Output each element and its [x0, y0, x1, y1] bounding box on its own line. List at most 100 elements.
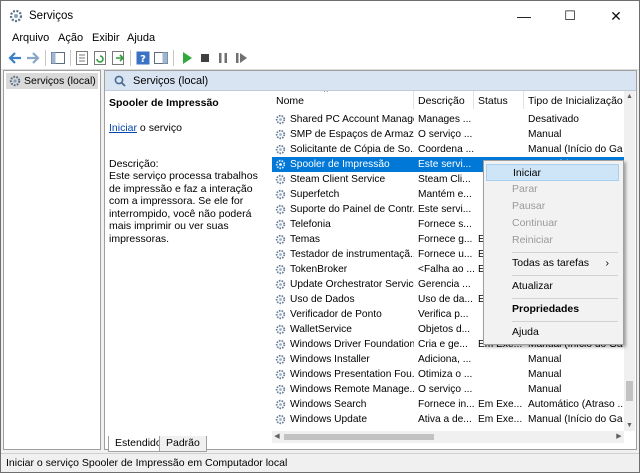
console-tree-icon[interactable]: [50, 50, 66, 66]
status-bar: Iniciar o serviço Spooler de Impressão e…: [1, 453, 639, 472]
menu-item-iniciar[interactable]: Iniciar: [486, 164, 619, 181]
start-service-link[interactable]: Iniciar: [109, 122, 137, 134]
service-row[interactable]: Shared PC Account Manager Manages ... Desa…: [272, 112, 624, 127]
menu-ajuda[interactable]: Ajuda: [127, 32, 155, 44]
forward-arrow-icon[interactable]: [25, 50, 41, 66]
menu-separator: [512, 298, 618, 299]
services-gear-icon: [9, 75, 21, 87]
service-gear-icon: [275, 369, 286, 380]
service-desc-cell: Coordena ...: [418, 144, 474, 155]
search-gear-icon: [114, 75, 126, 87]
description-label: Descrição:: [109, 158, 159, 170]
close-button[interactable]: ✕: [593, 1, 639, 31]
menu-item-reiniciar[interactable]: Reiniciar: [486, 232, 619, 249]
services-window: Serviços — ☐ ✕ Arquivo Ação Exibir Ajuda…: [0, 0, 640, 473]
menu-separator: [512, 252, 618, 253]
service-row[interactable]: Windows Update Ativa a de... Em Exe... Manu…: [272, 412, 624, 427]
service-desc-cell: <Falha ao ...: [418, 264, 474, 275]
context-menu: Iniciar Parar Pausar Continuar Reiniciar…: [483, 160, 624, 345]
export-list-icon[interactable]: [110, 50, 126, 66]
column-header-startup-type[interactable]: Tipo de Inicialização: [524, 91, 624, 109]
service-gear-icon: [275, 159, 286, 170]
help-icon[interactable]: ?: [135, 50, 151, 66]
menu-item-continuar[interactable]: Continuar: [486, 215, 619, 232]
show-panel-icon[interactable]: [153, 50, 169, 66]
service-gear-icon: [275, 144, 286, 155]
service-startup-cell: Automático (Atraso ...: [528, 399, 624, 410]
service-row[interactable]: Solicitante de Cópia de So... Coordena ..…: [272, 142, 624, 157]
tree-item-services-local[interactable]: Serviços (local): [6, 73, 98, 89]
vertical-scroll-thumb[interactable]: [626, 381, 633, 401]
service-row[interactable]: Windows Remote Manage... O serviço ... Man…: [272, 382, 624, 397]
service-gear-icon: [275, 264, 286, 275]
menu-item-parar[interactable]: Parar: [486, 181, 619, 198]
service-gear-icon: [275, 294, 286, 305]
scroll-down-arrow-icon[interactable]: ▼: [624, 420, 635, 431]
maximize-button[interactable]: ☐: [547, 1, 593, 31]
service-name-cell: Update Orchestrator Service: [290, 279, 414, 290]
service-name-cell: Temas: [290, 234, 321, 245]
menu-item-atualizar[interactable]: Atualizar: [486, 278, 619, 295]
service-startup-cell: Manual: [528, 129, 562, 140]
menu-separator: [512, 275, 618, 276]
column-header-name[interactable]: ^ Nome: [272, 91, 414, 109]
service-gear-icon: [275, 114, 286, 125]
menu-arquivo[interactable]: Arquivo: [12, 32, 49, 44]
service-row[interactable]: Windows Installer Adiciona, ... Manual: [272, 352, 624, 367]
view-tabs: Estendido Padrão: [104, 436, 637, 452]
menu-exibir[interactable]: Exibir: [92, 32, 120, 44]
column-header-status[interactable]: Status: [474, 91, 524, 109]
service-name-cell: Verificador de Ponto: [290, 309, 382, 320]
pause-service-icon[interactable]: [215, 50, 231, 66]
service-gear-icon: [275, 384, 286, 395]
service-name-cell: Steam Client Service: [290, 174, 386, 185]
service-startup-cell: Manual: [528, 369, 562, 380]
service-startup-cell: Manual: [528, 354, 562, 365]
column-header-description[interactable]: Descrição: [414, 91, 474, 109]
services-gear-icon: [9, 9, 23, 23]
service-desc-cell: Mantém e...: [418, 189, 472, 200]
service-name-cell: Windows Installer: [290, 354, 370, 365]
stop-service-icon[interactable]: [197, 50, 213, 66]
service-startup-cell: Manual (Início do Ga: [528, 144, 623, 155]
service-name-cell: Uso de Dados: [290, 294, 355, 305]
service-row[interactable]: Windows Presentation Fou... Otimiza o ...…: [272, 367, 624, 382]
menu-item-ajuda[interactable]: Ajuda: [486, 324, 619, 341]
service-name-cell: Windows Driver Foundation...: [290, 339, 414, 350]
menu-separator: [512, 321, 618, 322]
menu-item-pausar[interactable]: Pausar: [486, 198, 619, 215]
restart-service-icon[interactable]: [233, 50, 249, 66]
tab-padrao[interactable]: Padrão: [159, 436, 207, 452]
service-desc-cell: Steam Cli...: [418, 174, 471, 185]
properties-list-icon[interactable]: [74, 50, 90, 66]
service-gear-icon: [275, 174, 286, 185]
service-desc-cell: Otimiza o ...: [418, 369, 473, 380]
scroll-up-arrow-icon[interactable]: ▲: [624, 91, 635, 102]
back-arrow-icon[interactable]: [7, 50, 23, 66]
service-name-cell: Windows Update: [290, 414, 368, 425]
service-name-cell: Windows Search: [290, 399, 367, 410]
window-title: Serviços: [29, 10, 74, 22]
menu-acao[interactable]: Ação: [58, 32, 83, 44]
service-name-cell: Telefonia: [290, 219, 331, 230]
start-service-icon[interactable]: [179, 50, 195, 66]
service-row[interactable]: SMP de Espaços de Armaze... O serviço ...…: [272, 127, 624, 142]
service-desc-cell: O serviço ...: [418, 129, 473, 140]
menu-item-todas-as-tarefas[interactable]: Todas as tarefas ›: [486, 255, 619, 272]
service-desc-cell: Manages ...: [418, 114, 472, 125]
service-desc-cell: Verifica p...: [418, 309, 469, 320]
menu-item-propriedades[interactable]: Propriedades: [486, 301, 619, 318]
refresh-icon[interactable]: [92, 50, 108, 66]
service-gear-icon: [275, 324, 286, 335]
service-desc-cell: Fornece in...: [418, 399, 474, 410]
service-desc-cell: O serviço ...: [418, 384, 473, 395]
vertical-scrollbar[interactable]: ▲ ▼: [624, 91, 635, 431]
svg-text:?: ?: [140, 54, 146, 65]
title-bar: Serviços — ☐ ✕: [1, 1, 639, 31]
service-row[interactable]: Windows Search Fornece in... Em Exe... Auto…: [272, 397, 624, 412]
minimize-button[interactable]: —: [501, 1, 547, 31]
service-name-cell: Solicitante de Cópia de So...: [290, 144, 414, 155]
sort-ascending-icon: ^: [324, 91, 328, 97]
service-desc-cell: Este servi...: [418, 204, 472, 215]
service-gear-icon: [275, 279, 286, 290]
